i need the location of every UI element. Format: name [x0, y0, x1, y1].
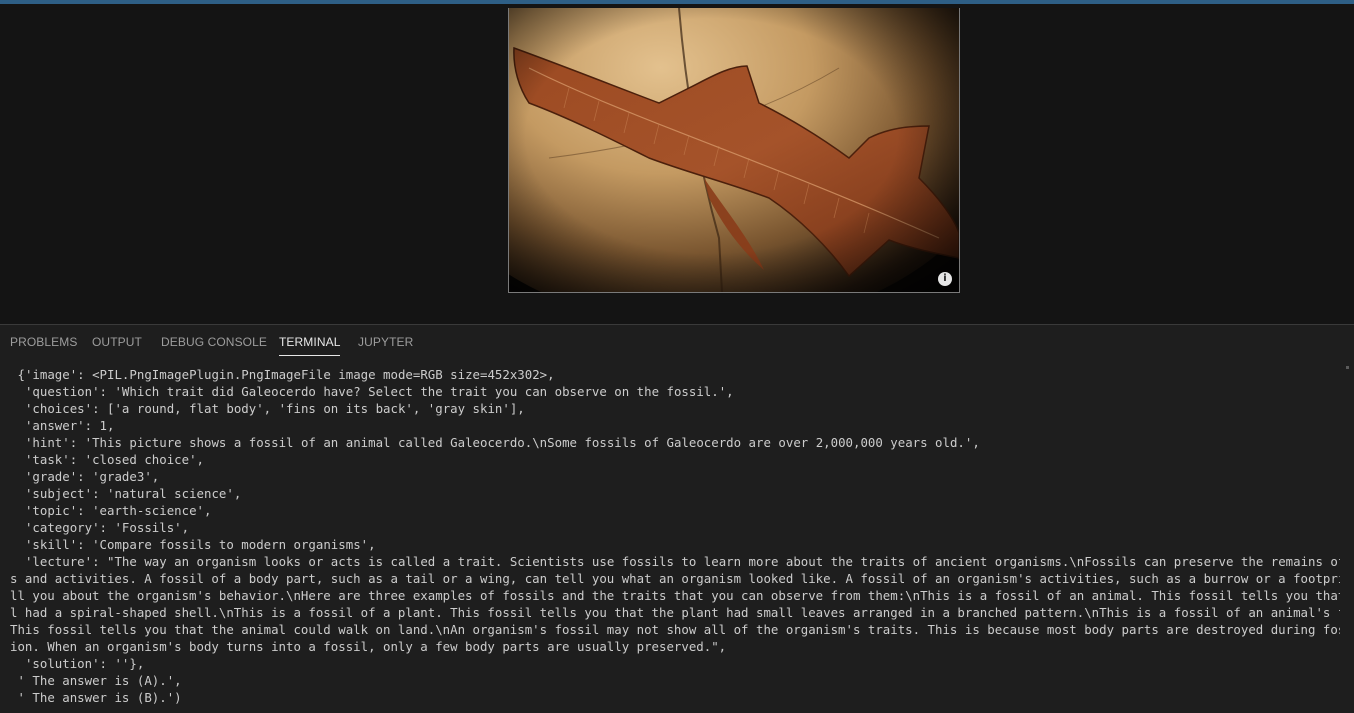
- fossil-photo: [509, 8, 959, 292]
- terminal-line: 'category': 'Fossils',: [17, 520, 190, 535]
- cell-output-area: i: [0, 4, 1354, 324]
- terminal-line: ' The answer is (A).',: [17, 673, 182, 688]
- terminal-line: 'grade': 'grade3',: [17, 469, 160, 484]
- terminal-line: 'answer': 1,: [17, 418, 115, 433]
- tab-terminal[interactable]: TERMINAL: [279, 325, 341, 359]
- terminal-line: {'image': <PIL.PngImagePlugin.PngImageFi…: [17, 367, 555, 382]
- terminal-line: ion. When an organism's body turns into …: [10, 639, 727, 654]
- terminal-line: 'solution': ''},: [17, 656, 145, 671]
- scrollbar-indicator[interactable]: [1346, 366, 1349, 369]
- terminal-line: 'topic': 'earth-science',: [17, 503, 212, 518]
- tab-jupyter[interactable]: JUPYTER: [358, 325, 413, 359]
- terminal-line: s and activities. A fossil of a body par…: [10, 571, 1340, 586]
- terminal-line: This fossil tells you that the animal co…: [10, 622, 1340, 637]
- terminal-line: ' The answer is (B).'): [17, 690, 182, 705]
- terminal-line: 'question': 'Which trait did Galeocerdo …: [17, 384, 734, 399]
- panel-tab-bar: PROBLEMS OUTPUT DEBUG CONSOLE TERMINAL J…: [0, 325, 1354, 359]
- terminal-line: 'subject': 'natural science',: [17, 486, 242, 501]
- terminal-line: 'task': 'closed choice',: [17, 452, 204, 467]
- tab-problems[interactable]: PROBLEMS: [10, 325, 78, 359]
- terminal-line: 'lecture': "The way an organism looks or…: [17, 554, 1340, 569]
- terminal-line: l had a spiral-shaped shell.\nThis is a …: [10, 605, 1340, 620]
- terminal-line: ll you about the organism's behavior.\nH…: [10, 588, 1340, 603]
- terminal-line: 'skill': 'Compare fossils to modern orga…: [17, 537, 376, 552]
- terminal-line: 'hint': 'This picture shows a fossil of …: [17, 435, 980, 450]
- info-icon[interactable]: i: [938, 272, 952, 286]
- tab-debug-console[interactable]: DEBUG CONSOLE: [161, 325, 267, 359]
- fossil-image: i: [508, 8, 960, 293]
- tab-output[interactable]: OUTPUT: [92, 325, 142, 359]
- terminal-line: 'choices': ['a round, flat body', 'fins …: [17, 401, 525, 416]
- terminal-output[interactable]: {'image': <PIL.PngImagePlugin.PngImageFi…: [10, 366, 1340, 711]
